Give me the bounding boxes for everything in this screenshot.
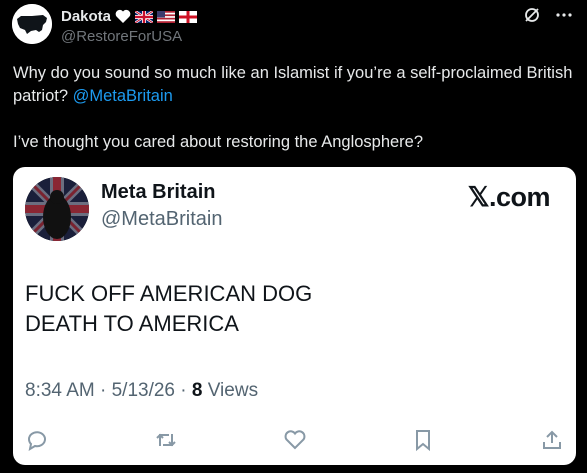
card-handle: @MetaBritain xyxy=(101,208,223,230)
card-views-label: Views xyxy=(202,380,259,401)
top-actions xyxy=(523,6,573,24)
grok-icon[interactable] xyxy=(523,6,541,24)
quoted-image-card[interactable]: Meta Britain @MetaBritain 𝕏.com FUCK OFF… xyxy=(13,167,576,465)
mention-link[interactable]: @MetaBritain xyxy=(73,87,173,105)
x-com-logo: 𝕏.com xyxy=(467,182,551,212)
us-flag-icon xyxy=(157,10,176,23)
uk-flag-avatar-icon xyxy=(25,177,89,241)
author-name[interactable]: Dakota xyxy=(61,8,111,25)
share-icon xyxy=(540,428,564,452)
card-actions xyxy=(25,425,564,455)
more-icon[interactable] xyxy=(555,6,573,24)
heart-icon xyxy=(115,9,131,23)
tweet-text: Why do you sound so much like an Islamis… xyxy=(13,62,573,154)
tweet-line-2: I’ve thought you cared about restoring t… xyxy=(13,133,424,151)
card-body-line-1: FUCK OFF AMERICAN DOG xyxy=(25,281,313,306)
card-body: FUCK OFF AMERICAN DOG DEATH TO AMERICA xyxy=(25,279,312,339)
card-time: 8:34 AM · 5/13/26 · xyxy=(25,380,192,401)
card-avatar xyxy=(25,177,89,241)
uk-flag-icon xyxy=(135,10,154,23)
tweet-line-1: Why do you sound so much like an Islamis… xyxy=(13,62,573,108)
avatar[interactable] xyxy=(12,4,52,44)
card-name: Meta Britain xyxy=(101,181,216,203)
bookmark-icon xyxy=(411,428,435,452)
card-views-count: 8 xyxy=(191,380,203,401)
map-usa-icon xyxy=(12,4,52,44)
card-body-line-2: DEATH TO AMERICA xyxy=(25,311,239,336)
author-name-row[interactable]: Dakota xyxy=(61,8,198,25)
retweet-icon xyxy=(154,428,178,452)
reply-icon xyxy=(25,428,49,452)
like-icon xyxy=(283,428,307,452)
author-handle[interactable]: @RestoreForUSA xyxy=(61,28,182,45)
card-meta: 8:34 AM · 5/13/26 · 8 Views xyxy=(25,380,258,402)
england-flag-icon xyxy=(179,10,198,23)
